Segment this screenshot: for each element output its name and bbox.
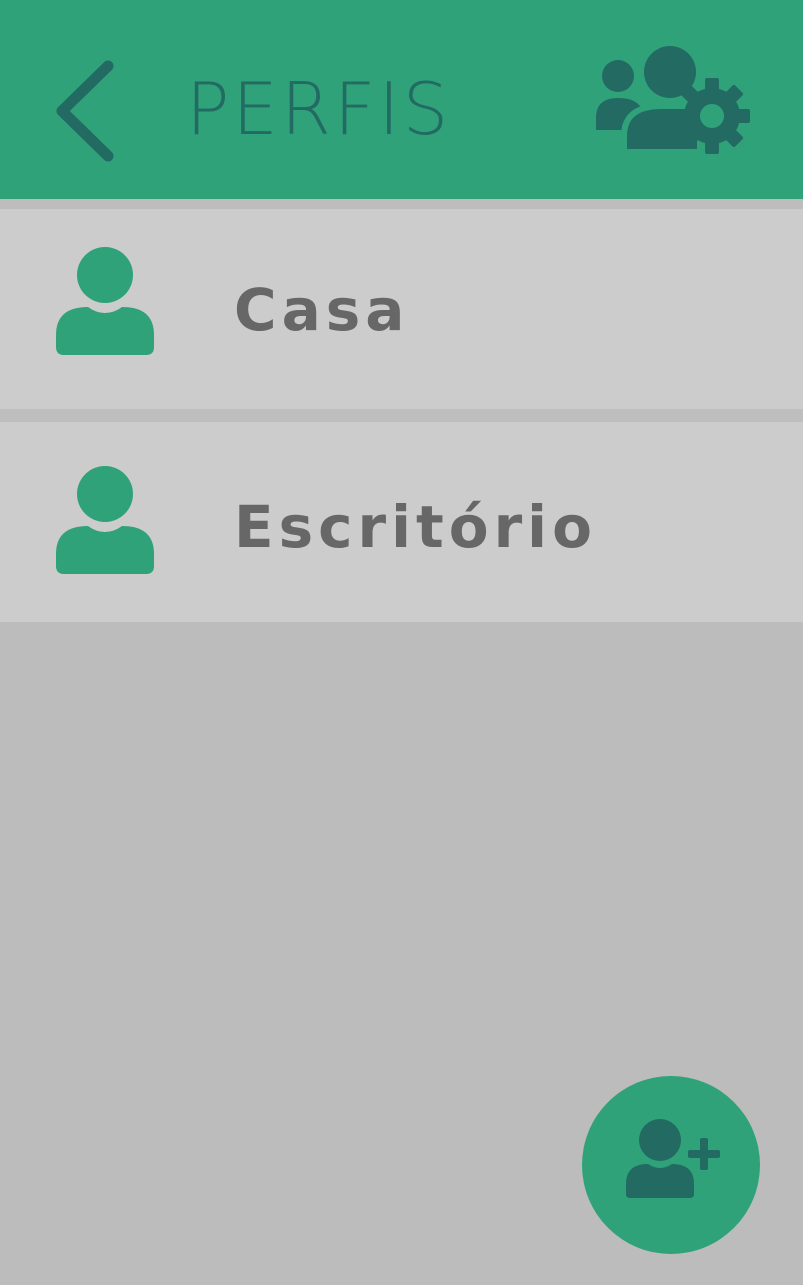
profile-item-casa[interactable]: Casa xyxy=(0,209,803,409)
profile-settings-button[interactable] xyxy=(590,40,754,160)
profile-item-escritorio[interactable]: Escritório xyxy=(0,422,803,622)
profiles-screen: PERFIS Casa Escritório xyxy=(0,0,803,1285)
header-divider xyxy=(0,199,803,209)
add-profile-button[interactable] xyxy=(582,1076,760,1254)
back-button[interactable] xyxy=(46,52,126,170)
app-header: PERFIS xyxy=(0,0,803,199)
users-gear-icon xyxy=(596,46,750,155)
chevron-left-icon xyxy=(56,60,114,162)
page-title: PERFIS xyxy=(186,67,452,151)
user-icon xyxy=(56,466,154,574)
user-icon xyxy=(56,247,154,355)
row-divider xyxy=(0,409,803,422)
user-plus-icon xyxy=(626,1119,720,1198)
profile-label: Casa xyxy=(234,276,410,344)
profile-label: Escritório xyxy=(234,493,597,561)
